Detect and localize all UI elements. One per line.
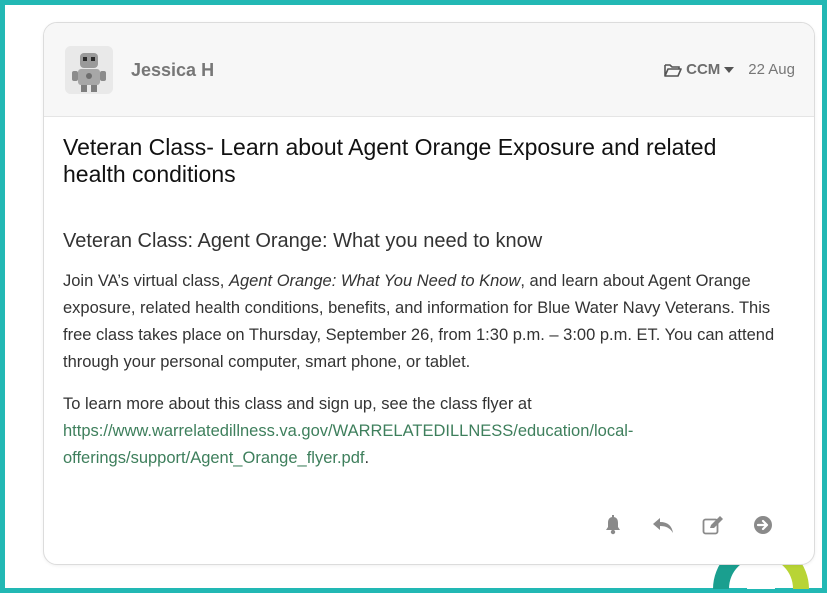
reply-icon[interactable]: [651, 513, 675, 537]
body-text: .: [364, 449, 370, 467]
bell-icon[interactable]: [601, 513, 625, 537]
arrow-circle-right-icon[interactable]: [751, 513, 775, 537]
post-meta: CCM 22 Aug: [664, 61, 795, 78]
folder-open-icon: [664, 63, 682, 77]
post-title: Veteran Class- Learn about Agent Orange …: [63, 134, 717, 187]
flyer-link[interactable]: https://www.warrelatedillness.va.gov/WAR…: [63, 422, 633, 467]
post-header: Jessica H CCM 22 Aug: [44, 23, 814, 117]
post-body-paragraph: To learn more about this class and sign …: [63, 391, 803, 472]
post-subtitle: Veteran Class: Agent Orange: What you ne…: [63, 230, 543, 252]
post-date: 22 Aug: [748, 61, 795, 78]
group-selector[interactable]: CCM: [664, 61, 735, 78]
avatar[interactable]: [65, 46, 113, 94]
author-name[interactable]: Jessica H: [131, 60, 214, 81]
post-body-paragraph: Join VA’s virtual class, Agent Orange: W…: [63, 268, 803, 376]
body-text: Join VA’s virtual class,: [63, 272, 229, 290]
post-actions: [601, 513, 775, 537]
caret-down-icon: [724, 66, 735, 73]
edit-icon[interactable]: [701, 513, 725, 537]
group-name: CCM: [686, 61, 721, 78]
post-card: Jessica H CCM 22 Aug Veteran Class- Lear…: [43, 22, 815, 565]
class-name: Agent Orange: What You Need to Know: [228, 272, 521, 290]
body-text: To learn more about this class and sign …: [63, 395, 532, 413]
